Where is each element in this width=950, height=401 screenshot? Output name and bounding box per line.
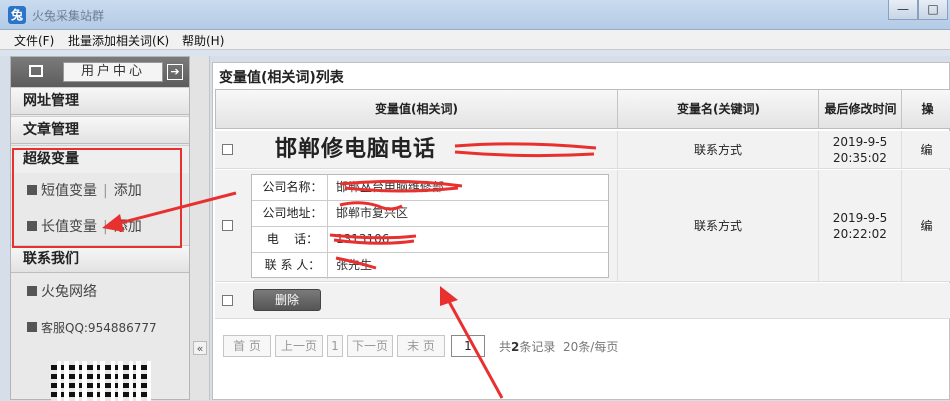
table-row: 邯郸修电脑电话 联系方式 2019-9-5 20:35:02 编 — [215, 131, 950, 169]
page-title: 变量值(相关词)列表 — [219, 70, 344, 86]
delete-button[interactable]: 删除 — [253, 289, 321, 311]
window-icon[interactable] — [29, 65, 43, 77]
select-all-cell — [215, 283, 239, 318]
bullet-icon — [27, 286, 37, 296]
first-page-button[interactable]: 首 页 — [223, 335, 271, 357]
row-checkbox[interactable] — [221, 220, 233, 231]
menu-help[interactable]: 帮助(H) — [182, 32, 224, 49]
table-footer-row: 删除 — [215, 283, 950, 319]
service-qq-text: 客服QQ:954886777 — [41, 321, 157, 335]
user-center-button[interactable]: 用户中心 — [63, 62, 163, 82]
column-header-value[interactable]: 变量值(相关词) — [216, 90, 618, 128]
sidebar-item-service-qq: 客服QQ:954886777 — [11, 311, 189, 345]
menu-bar: 文件(F) 批量添加相关词(K) 帮助(H) — [0, 30, 950, 50]
row-checkbox[interactable] — [221, 144, 233, 155]
column-header-name[interactable]: 变量名(关键词) — [619, 90, 819, 128]
qr-code-image — [51, 361, 151, 401]
sidebar-header: 用户中心 ➔ — [11, 57, 189, 87]
annotation-highlight-box — [12, 148, 182, 248]
minimize-button[interactable]: — — [888, 0, 918, 20]
sidebar-item-article-management[interactable]: 文章管理 — [11, 116, 189, 144]
info-row-phone: 电 话： 1313106 — [252, 227, 608, 253]
info-row-company-name: 公司名称： 邯郸丛台电脑维修部 — [252, 175, 608, 201]
app-window: 兔 火兔采集站群 — □ 文件(F) 批量添加相关词(K) 帮助(H) 用户中心… — [0, 0, 950, 401]
collapse-sidebar-button[interactable]: « — [193, 341, 207, 355]
column-header-modified[interactable]: 最后修改时间 — [820, 90, 902, 128]
info-value: 邯郸丛台电脑维修部 — [336, 180, 445, 194]
row-name-cell: 联系方式 — [618, 131, 819, 168]
sidebar-collapse-strip: « — [190, 56, 210, 400]
page-jump-input[interactable]: 1 — [451, 335, 485, 357]
info-label: 公司地址： — [252, 201, 328, 227]
row-value-cell: 公司名称： 邯郸丛台电脑维修部 公司地址： 邯郸市复兴区 电 话： 131310… — [239, 170, 618, 281]
rabbit-app-icon: 兔 — [8, 6, 26, 24]
prev-page-button[interactable]: 上一页 — [275, 335, 323, 357]
row-checkbox-cell — [215, 170, 239, 281]
table-header: 变量值(相关词) 变量名(关键词) 最后修改时间 操 — [215, 89, 950, 129]
row-time-cell: 2019-9-5 20:35:02 — [819, 131, 902, 168]
row-checkbox-cell — [215, 131, 239, 168]
exit-arrow-icon[interactable]: ➔ — [167, 64, 183, 80]
info-label: 电 话： — [252, 227, 328, 253]
sidebar-item-url-management[interactable]: 网址管理 — [11, 87, 189, 115]
info-row-company-address: 公司地址： 邯郸市复兴区 — [252, 201, 608, 227]
maximize-button[interactable]: □ — [918, 0, 948, 20]
next-page-button[interactable]: 下一页 — [347, 335, 393, 357]
record-count: 共2条记录 20条/每页 — [499, 340, 619, 354]
firm-link[interactable]: 火兔网络 — [41, 284, 97, 300]
column-header-operation[interactable]: 操 — [903, 90, 950, 128]
sidebar-item-contact-us[interactable]: 联系我们 — [11, 245, 189, 273]
page-number-link[interactable]: 1 — [327, 335, 343, 357]
bullet-icon — [27, 322, 37, 332]
info-label: 公司名称： — [252, 175, 328, 201]
row-value-text: 邯郸修电脑电话 — [275, 136, 437, 162]
row-value-cell: 邯郸修电脑电话 — [239, 131, 618, 168]
info-row-contact: 联 系 人： 张先生 — [252, 253, 608, 279]
menu-batch-add[interactable]: 批量添加相关词(K) — [68, 32, 169, 49]
row-edit-link[interactable]: 编 — [902, 170, 950, 281]
company-info-table: 公司名称： 邯郸丛台电脑维修部 公司地址： 邯郸市复兴区 电 话： 131310… — [251, 174, 609, 279]
sidebar-item-firm: 火兔网络 — [11, 275, 189, 309]
info-value: 邯郸市复兴区 — [336, 206, 409, 220]
info-label: 联 系 人： — [252, 253, 328, 279]
info-value: 1313106 — [336, 232, 390, 246]
window-title: 火兔采集站群 — [32, 9, 105, 23]
menu-file[interactable]: 文件(F) — [14, 32, 54, 49]
table-row: 公司名称： 邯郸丛台电脑维修部 公司地址： 邯郸市复兴区 电 话： 131310… — [215, 170, 950, 282]
row-edit-link[interactable]: 编 — [902, 131, 950, 168]
row-name-cell: 联系方式 — [618, 170, 819, 281]
last-page-button[interactable]: 末 页 — [397, 335, 445, 357]
select-all-checkbox[interactable] — [221, 295, 233, 306]
main-panel: 变量值(相关词)列表 变量值(相关词) 变量名(关键词) 最后修改时间 操 邯郸… — [212, 62, 950, 400]
info-value: 张先生 — [336, 258, 373, 272]
row-time-cell: 2019-9-5 20:22:02 — [819, 170, 902, 281]
title-bar: 兔 火兔采集站群 — □ — [0, 0, 950, 30]
